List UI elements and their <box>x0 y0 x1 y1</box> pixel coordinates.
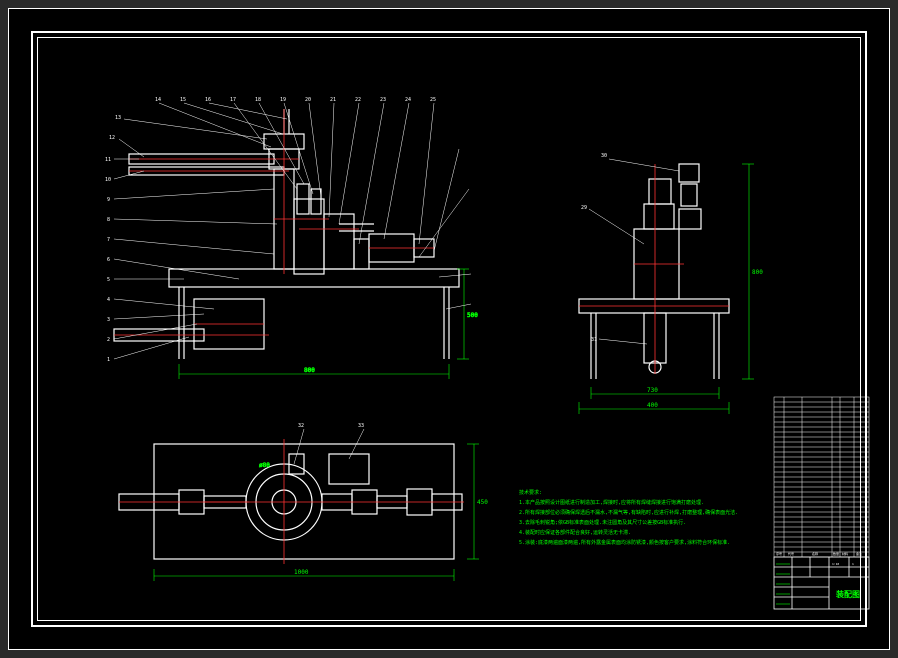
svg-text:4.装配时应保证各部件配合良好,运转灵活无卡滞.: 4.装配时应保证各部件配合良好,运转灵活无卡滞. <box>519 529 631 536</box>
svg-text:代号: 代号 <box>788 551 794 556</box>
svg-text:10: 10 <box>105 177 111 183</box>
drawing-title: 装配图 <box>835 589 860 599</box>
svg-text:7: 7 <box>107 237 110 243</box>
svg-text:16: 16 <box>205 97 211 103</box>
svg-text:名称: 名称 <box>812 551 818 556</box>
svg-text:32: 32 <box>298 423 304 429</box>
svg-text:1: 1 <box>107 357 110 363</box>
front-view: 800 500 <box>105 97 478 379</box>
svg-text:15: 15 <box>180 97 186 103</box>
svg-text:14: 14 <box>155 97 161 103</box>
svg-text:数量: 数量 <box>833 551 839 556</box>
svg-text:23: 23 <box>380 97 386 103</box>
svg-text:2.所有焊接部位必须确保焊透后不漏水,不漏气等,有缺陷时,应: 2.所有焊接部位必须确保焊透后不漏水,不漏气等,有缺陷时,应进行补焊,打磨整理,… <box>519 509 738 516</box>
drawing-area: 800 500 <box>39 39 859 619</box>
side-view: 29 30 31 730 400 800 <box>579 153 763 414</box>
svg-text:序号: 序号 <box>776 551 782 556</box>
svg-text:24: 24 <box>405 97 411 103</box>
svg-text:1:10: 1:10 <box>832 562 839 566</box>
plan-view: 32 33 ø80 1000 450 <box>119 423 488 581</box>
svg-text:12: 12 <box>109 135 115 141</box>
parts-list: 序号 代号 名称 数量 材料 备注 <box>774 397 869 557</box>
svg-text:4: 4 <box>107 297 110 303</box>
svg-text:备注: 备注 <box>856 551 862 556</box>
svg-text:3.去除毛刺锐角;依GB标准表面处理.未注圆角及其尺寸公差按: 3.去除毛刺锐角;依GB标准表面处理.未注圆角及其尺寸公差按GB标准执行. <box>519 519 686 526</box>
svg-text:31: 31 <box>591 337 597 343</box>
svg-text:17: 17 <box>230 97 236 103</box>
notes-heading: 技术要求: <box>519 489 542 496</box>
svg-text:400: 400 <box>647 402 658 409</box>
cad-canvas: 800 500 <box>8 8 890 650</box>
svg-text:13: 13 <box>115 115 121 121</box>
svg-text:30: 30 <box>601 153 607 159</box>
drawing-svg: 800 500 <box>39 39 879 639</box>
svg-text:6: 6 <box>107 257 110 263</box>
svg-text:19: 19 <box>280 97 286 103</box>
svg-text:1.本产品按照设计图纸进行制造加工,焊接时,应将所有焊缝焊接: 1.本产品按照设计图纸进行制造加工,焊接时,应将所有焊缝焊接进行饱满打磨处理. <box>519 499 704 506</box>
svg-text:3: 3 <box>107 317 110 323</box>
svg-text:25: 25 <box>430 97 436 103</box>
technical-notes: 技术要求: 1.本产品按照设计图纸进行制造加工,焊接时,应将所有焊缝焊接进行饱满… <box>519 489 738 546</box>
svg-text:5.涂装:底漆两遍面漆两遍,所有外露金属表面均涂防锈漆,颜色: 5.涂装:底漆两遍面漆两遍,所有外露金属表面均涂防锈漆,颜色按客户要求,涂料符合… <box>519 539 730 546</box>
svg-text:18: 18 <box>255 97 261 103</box>
svg-text:5: 5 <box>107 277 110 283</box>
svg-text:1000: 1000 <box>294 569 309 576</box>
svg-text:ø80: ø80 <box>259 462 270 469</box>
svg-text:2: 2 <box>107 337 110 343</box>
title-block: 装配图 1:10 1 <box>774 557 869 609</box>
svg-text:9: 9 <box>107 197 110 203</box>
svg-text:材料: 材料 <box>842 551 848 556</box>
svg-text:33: 33 <box>358 423 364 429</box>
svg-text:800: 800 <box>752 269 763 276</box>
svg-text:22: 22 <box>355 97 361 103</box>
dim-front-height: 500 <box>467 312 478 319</box>
svg-text:1: 1 <box>852 562 854 566</box>
svg-text:8: 8 <box>107 217 110 223</box>
svg-text:730: 730 <box>647 387 658 394</box>
svg-text:21: 21 <box>330 97 336 103</box>
svg-text:11: 11 <box>105 157 111 163</box>
svg-text:450: 450 <box>477 499 488 506</box>
svg-text:29: 29 <box>581 205 587 211</box>
dim-front-width: 800 <box>304 367 315 374</box>
svg-text:20: 20 <box>305 97 311 103</box>
